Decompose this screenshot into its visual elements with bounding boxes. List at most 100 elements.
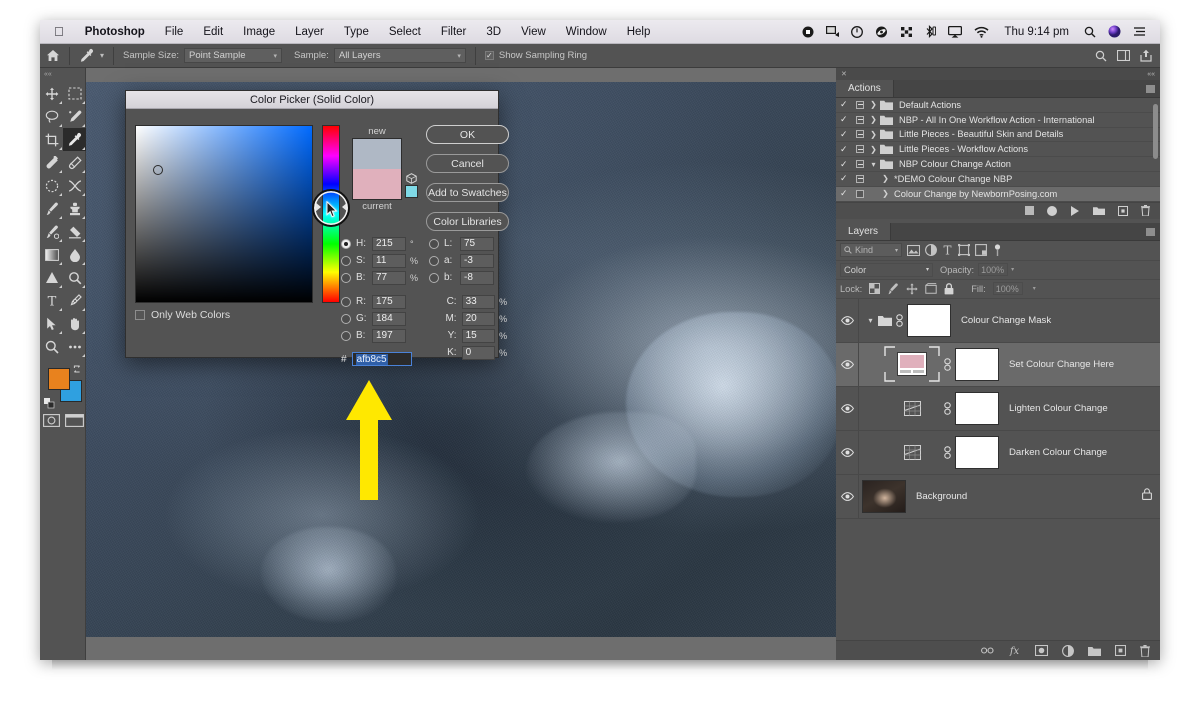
- actions-row[interactable]: ✓ ❯ Colour Change by NewbornPosing.com: [836, 186, 1160, 202]
- layers-panel-menu-icon[interactable]: [1146, 227, 1155, 236]
- tab-actions[interactable]: Actions: [836, 80, 894, 97]
- siri-icon[interactable]: [1102, 25, 1127, 38]
- search-icon[interactable]: [1095, 50, 1107, 62]
- radio-s-icon[interactable]: [341, 255, 351, 266]
- lock-position-icon[interactable]: [906, 282, 918, 295]
- input-y[interactable]: 15: [461, 328, 496, 343]
- foreground-color-swatch[interactable]: [48, 368, 70, 390]
- eraser-tool[interactable]: [63, 220, 86, 243]
- layer-row[interactable]: Set Colour Change Here: [836, 342, 1160, 387]
- move-tool[interactable]: [40, 82, 63, 105]
- chevron-right-icon[interactable]: ❯: [867, 100, 880, 109]
- home-button[interactable]: [40, 44, 66, 68]
- input-b-rgb[interactable]: 197: [372, 328, 406, 343]
- layer-mask-thumbnail[interactable]: [955, 391, 999, 425]
- chevron-right-icon[interactable]: ❯: [867, 145, 880, 154]
- adjustment-layer-thumbnail[interactable]: [884, 444, 940, 460]
- eyedropper-tool[interactable]: [63, 128, 86, 151]
- dropbox-icon[interactable]: [869, 26, 894, 38]
- delete-icon[interactable]: [1141, 205, 1150, 217]
- actions-row[interactable]: ✓ ❯ Little Pieces - Beautiful Skin and Det…: [836, 128, 1160, 143]
- sample-size-select[interactable]: Point Sample ▾: [184, 48, 282, 63]
- rectangular-marquee-tool[interactable]: [63, 82, 86, 105]
- layer-visibility-eye-icon[interactable]: [836, 315, 858, 325]
- hand-tool[interactable]: [63, 312, 86, 335]
- radio-h-icon[interactable]: [341, 238, 351, 249]
- actions-row[interactable]: ✓ ❯ *DEMO Colour Change NBP: [836, 172, 1160, 187]
- layer-mask-thumbnail[interactable]: [907, 303, 951, 337]
- add-layer-mask-icon[interactable]: [1035, 645, 1048, 656]
- adjustment-layer-thumbnail[interactable]: [884, 400, 940, 416]
- notification-center-icon[interactable]: [1127, 26, 1152, 37]
- chevron-right-icon[interactable]: ❯: [867, 115, 880, 124]
- edit-toolbar-button[interactable]: [63, 335, 86, 358]
- quick-mask-icon[interactable]: [42, 414, 60, 427]
- actions-row[interactable]: ✓ ❯ Little Pieces - Workflow Actions: [836, 142, 1160, 158]
- cmyk-row-m[interactable]: M: 20 %: [429, 310, 509, 327]
- hsb-row-h[interactable]: H: 215 °: [341, 235, 425, 252]
- layer-mask-thumbnail[interactable]: [955, 435, 999, 469]
- menu-type[interactable]: Type: [334, 20, 379, 44]
- crop-tool[interactable]: [40, 128, 63, 151]
- radio-g-icon[interactable]: [341, 313, 351, 324]
- workspace-icon[interactable]: [1117, 50, 1130, 61]
- new-current-color-box[interactable]: [352, 138, 402, 200]
- input-c[interactable]: 33: [461, 294, 496, 309]
- zoom-tool[interactable]: [40, 335, 63, 358]
- actions-row[interactable]: ✓ ▾ NBP Colour Change Action: [836, 157, 1160, 172]
- adjustment-layer-filter-icon[interactable]: [925, 244, 937, 257]
- input-l[interactable]: 75: [460, 236, 494, 251]
- opacity-stepper-icon[interactable]: ▾: [1011, 266, 1014, 273]
- record-icon[interactable]: [796, 26, 820, 38]
- ok-button[interactable]: OK: [426, 125, 509, 144]
- lab-row-a[interactable]: a: -3: [429, 252, 509, 269]
- input-r[interactable]: 175: [372, 294, 406, 309]
- fill-value[interactable]: 100%: [992, 282, 1023, 296]
- layer-visibility-eye-icon[interactable]: [836, 491, 858, 501]
- actions-row[interactable]: ✓ ❯ NBP - All In One Workflow Action - Int…: [836, 113, 1160, 128]
- layer-row[interactable]: Darken Colour Change: [836, 430, 1160, 475]
- current-tool-preset[interactable]: ▾: [73, 44, 110, 68]
- new-adjustment-layer-icon[interactable]: [1062, 644, 1074, 657]
- type-layer-filter-icon[interactable]: T: [942, 244, 953, 256]
- lasso-tool[interactable]: [40, 105, 63, 128]
- saturation-brightness-field[interactable]: [135, 125, 313, 303]
- menu-image[interactable]: Image: [233, 20, 285, 44]
- input-m[interactable]: 20: [461, 311, 496, 326]
- layer-row[interactable]: Background: [836, 474, 1160, 519]
- input-b-lab[interactable]: -8: [460, 270, 494, 285]
- cmyk-row-c[interactable]: C: 33 %: [429, 293, 509, 310]
- radio-l-icon[interactable]: [429, 238, 439, 249]
- web-safe-color-swatch[interactable]: [405, 185, 418, 198]
- filter-toggle-icon[interactable]: [993, 243, 1002, 257]
- shuffle-tool[interactable]: [63, 174, 86, 197]
- rgb-row-r[interactable]: R: 175: [341, 293, 425, 310]
- only-web-colors-checkbox[interactable]: Only Web Colors: [135, 309, 230, 321]
- share-icon[interactable]: [1140, 49, 1152, 62]
- new-set-icon[interactable]: [1093, 206, 1105, 216]
- path-selection-tool[interactable]: [40, 312, 63, 335]
- link-layers-icon[interactable]: [981, 647, 994, 654]
- patch-tool[interactable]: [63, 151, 86, 174]
- input-s[interactable]: 11: [372, 253, 406, 268]
- layer-thumbnail-selected-frame[interactable]: [884, 346, 940, 382]
- hsb-row-s[interactable]: S: 11 %: [341, 252, 425, 269]
- input-k[interactable]: 0: [461, 345, 496, 360]
- radio-a-icon[interactable]: [429, 255, 439, 266]
- layer-style-icon[interactable]: fx: [1008, 645, 1021, 656]
- play-icon[interactable]: [1070, 205, 1080, 216]
- new-action-icon[interactable]: [1118, 205, 1128, 216]
- search-icon[interactable]: [1078, 26, 1102, 38]
- layer-kind-filter[interactable]: Kind ▾: [840, 243, 902, 258]
- lock-transparent-pixels-icon[interactable]: [869, 283, 881, 295]
- input-a[interactable]: -3: [460, 253, 494, 268]
- menu-layer[interactable]: Layer: [285, 20, 334, 44]
- opacity-value[interactable]: 100%: [978, 263, 1009, 277]
- layer-link-icon[interactable]: [940, 357, 955, 371]
- layer-visibility-eye-icon[interactable]: [836, 447, 858, 457]
- chevron-down-icon[interactable]: ▾: [100, 51, 104, 60]
- new-color-swatch[interactable]: [353, 139, 401, 169]
- action-enabled-checkbox[interactable]: ✓: [840, 144, 853, 155]
- screen-mode-icon[interactable]: [64, 414, 84, 427]
- layer-link-icon[interactable]: [892, 313, 907, 327]
